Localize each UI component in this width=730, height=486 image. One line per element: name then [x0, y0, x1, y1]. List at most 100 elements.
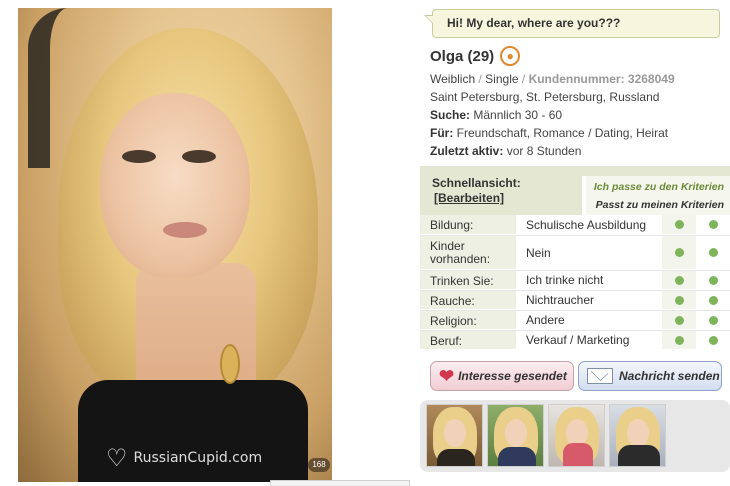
thumb-body: [498, 447, 536, 466]
profile-search: Suche: Männlich 30 - 60: [430, 108, 562, 122]
last-active-label: Zuletzt aktiv:: [430, 144, 504, 158]
profile-looking-for: Für: Freundschaft, Romance / Dating, Hei…: [430, 126, 668, 140]
customer-number: 3268049: [627, 72, 675, 86]
row-label: Religion:: [420, 311, 516, 329]
looking-for-value: Freundschaft, Romance / Dating, Heirat: [456, 126, 669, 140]
table-row: Bildung: Schulische Ausbildung: [420, 215, 730, 235]
search-label: Suche:: [430, 108, 471, 122]
thumb-body: [618, 445, 660, 466]
interest-sent-label: Interesse gesendet: [458, 369, 567, 383]
row-value: Verkauf / Marketing: [516, 331, 662, 349]
profile-message-bubble: Hi! My dear, where are you???: [424, 9, 720, 38]
profile-basic-info: Weiblich / Single / Kundennummer: 326804…: [430, 72, 675, 86]
table-row: Rauche: Nichtraucher: [420, 291, 730, 310]
photo-pendant: [220, 344, 240, 384]
row-label: Trinken Sie:: [420, 271, 516, 289]
row-value: Andere: [516, 311, 662, 329]
photo-thumbnail[interactable]: [609, 404, 666, 467]
send-message-label: Nachricht senden: [619, 369, 720, 383]
table-row: Kinder vorhanden: Nein: [420, 236, 730, 270]
profile-last-active: Zuletzt aktiv: vor 8 Stunden: [430, 144, 581, 158]
match-dot-icon: [708, 315, 718, 325]
match-indicator-1: [662, 291, 696, 309]
profile-message-text: Hi! My dear, where are you???: [447, 16, 621, 30]
main-profile-photo[interactable]: ♡ RussianCupid.com 168: [18, 8, 332, 482]
send-message-button[interactable]: Nachricht senden: [578, 361, 722, 391]
photo-lips: [163, 222, 207, 238]
heart-icon: ❤: [439, 366, 455, 386]
match-dot-icon: [708, 275, 718, 285]
match-dot-icon: [674, 295, 684, 305]
photo-eye-left: [122, 150, 156, 163]
last-active-value: vor 8 Stunden: [506, 144, 582, 158]
site-watermark: ♡ RussianCupid.com: [106, 446, 262, 470]
quick-view-title: Schnellansicht:: [432, 176, 521, 190]
row-label: Kinder vorhanden:: [420, 236, 516, 269]
match-indicator-1: [662, 311, 696, 329]
match-legend: Ich passe zu den Kriterien Passt zu mein…: [582, 176, 730, 215]
match-dot-icon: [674, 220, 684, 229]
relationship-status: Single: [485, 72, 519, 86]
match-indicator-1: [662, 331, 696, 349]
thumb-face: [627, 419, 649, 447]
match-dot-icon: [708, 248, 718, 257]
looking-for-label: Für:: [430, 126, 454, 140]
photo-thumbnail[interactable]: [487, 404, 544, 467]
match-dot-icon: [708, 335, 718, 345]
watermark-heart-icon: ♡: [106, 444, 128, 472]
location-text: Saint Petersburg, St. Petersburg, Russla…: [430, 90, 660, 104]
envelope-icon: [587, 368, 613, 384]
quick-view-edit-link[interactable]: [Bearbeiten]: [434, 191, 504, 205]
photo-eye-right: [182, 150, 216, 163]
match-indicator-2: [696, 331, 730, 349]
row-value: Nein: [516, 236, 662, 269]
match-dot-icon: [674, 275, 684, 285]
photo-thumbnail[interactable]: [426, 404, 483, 467]
table-row: Beruf: Verkauf / Marketing: [420, 331, 730, 350]
table-row: Religion: Andere: [420, 311, 730, 330]
photo-count-badge[interactable]: 168: [308, 458, 330, 472]
legend-i-match-criteria: Ich passe zu den Kriterien: [593, 181, 724, 193]
thumb-body: [437, 449, 475, 466]
match-indicator-2: [696, 271, 730, 289]
match-indicator-1: [662, 271, 696, 289]
thumb-face: [505, 419, 527, 447]
row-label: Rauche:: [420, 291, 516, 309]
interest-sent-button[interactable]: ❤ Interesse gesendet: [430, 361, 574, 391]
photo-thumbnail-strip: [420, 400, 730, 472]
row-label: Bildung:: [420, 215, 516, 234]
row-value: Nichtraucher: [516, 291, 662, 309]
profile-location: Saint Petersburg, St. Petersburg, Russla…: [430, 90, 659, 104]
match-indicator-1: [662, 215, 696, 234]
gender: Weiblich: [430, 72, 476, 86]
row-value: Schulische Ausbildung: [516, 215, 662, 234]
separator: /: [478, 72, 482, 86]
search-value: Männlich 30 - 60: [473, 108, 563, 122]
profile-name: Olga (29): [430, 47, 495, 65]
table-row: Trinken Sie: Ich trinke nicht: [420, 271, 730, 290]
match-dot-icon: [674, 248, 684, 257]
photo-scrollbar[interactable]: [270, 480, 410, 486]
match-dot-icon: [674, 315, 684, 325]
profile-name-row: Olga (29) ●: [430, 46, 521, 66]
thumb-face: [444, 419, 466, 447]
customer-number-label: Kundennummer:: [528, 72, 625, 86]
match-indicator-1: [662, 236, 696, 269]
quick-view-header: Schnellansicht: [Bearbeiten] Ich passe z…: [420, 166, 730, 215]
match-indicator-2: [696, 291, 730, 309]
match-indicator-2: [696, 311, 730, 329]
match-indicator-2: [696, 215, 730, 234]
person-circle-icon[interactable]: ●: [500, 46, 521, 66]
photo-thumbnail[interactable]: [548, 404, 605, 467]
match-dot-icon: [708, 220, 718, 229]
watermark-text: RussianCupid.com: [133, 450, 263, 466]
quick-view-table: Bildung: Schulische Ausbildung Kinder vo…: [420, 215, 730, 350]
separator: /: [521, 72, 526, 86]
match-indicator-2: [696, 236, 730, 269]
match-dot-icon: [674, 335, 684, 345]
row-value: Ich trinke nicht: [516, 271, 662, 289]
legend-matches-my-criteria: Passt zu meinen Kriterien: [595, 199, 724, 211]
photo-face: [100, 93, 250, 278]
row-label: Beruf:: [420, 331, 516, 349]
thumb-body: [563, 443, 593, 466]
